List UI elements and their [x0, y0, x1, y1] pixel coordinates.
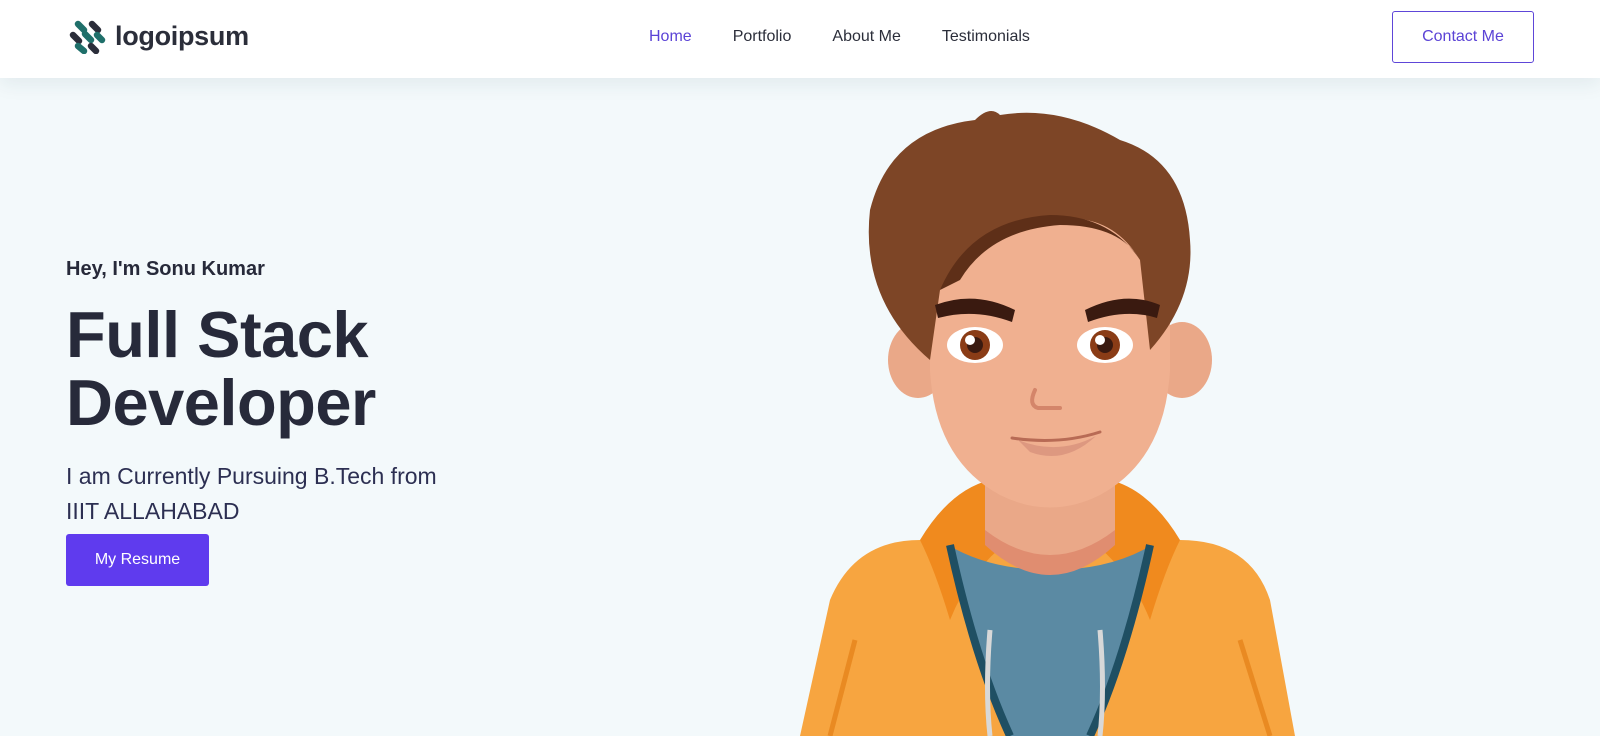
- logo[interactable]: logoipsum: [68, 16, 249, 56]
- my-resume-button[interactable]: My Resume: [66, 534, 209, 586]
- developer-avatar-illustration: [800, 111, 1295, 736]
- main-nav: Home Portfolio About Me Testimonials: [649, 24, 1071, 50]
- hero-greeting: Hey, I'm Sonu Kumar: [66, 258, 265, 280]
- logo-mark-icon: [69, 20, 106, 54]
- hero-text: Hey, I'm Sonu Kumar Full Stack Developer…: [66, 258, 586, 529]
- hero-subtitle: I am Currently Pursuing B.Tech from IIIT…: [66, 463, 437, 524]
- hero-title: Full Stack Developer: [66, 301, 586, 437]
- navbar: logoipsum Home Portfolio About Me Testim…: [0, 0, 1600, 78]
- nav-about-link[interactable]: About Me: [832, 24, 900, 50]
- hero-title-line2: Developer: [66, 366, 376, 439]
- contact-me-button[interactable]: Contact Me: [1392, 11, 1534, 63]
- hero-title-line1: Full Stack: [66, 298, 369, 371]
- logo-text: logoipsum: [115, 20, 249, 51]
- nav-portfolio-link[interactable]: Portfolio: [733, 24, 792, 50]
- nav-home-link[interactable]: Home: [649, 24, 692, 50]
- nav-testimonials-link[interactable]: Testimonials: [942, 24, 1030, 50]
